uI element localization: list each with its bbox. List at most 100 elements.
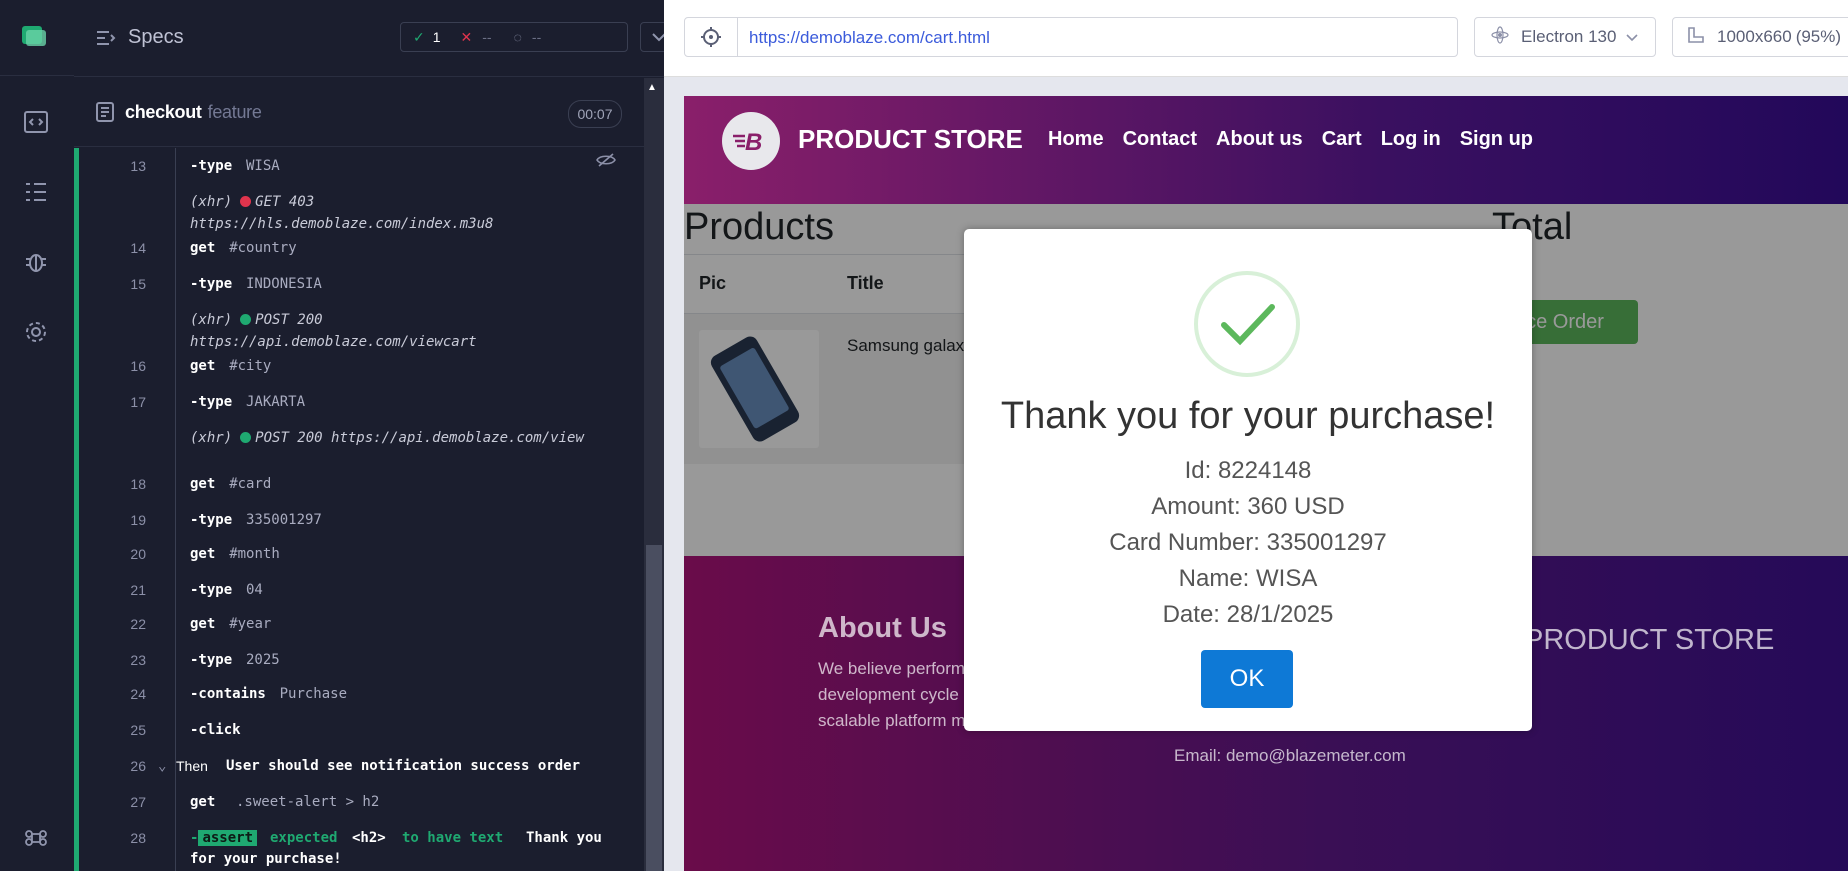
browser-name: Electron 130: [1521, 27, 1617, 46]
runs-icon[interactable]: [22, 108, 50, 136]
xhr-label: (xhr): [190, 430, 233, 446]
settings-gear-icon[interactable]: [22, 318, 50, 346]
status-dot-icon: [240, 314, 252, 325]
command-arg: #month: [229, 546, 280, 562]
cypress-logo-icon[interactable]: [20, 24, 48, 48]
command-arg: #city: [229, 358, 272, 374]
command-arg: .sweet-alert > h2: [236, 794, 380, 810]
line-number: 22: [130, 616, 146, 632]
document-icon: [96, 102, 114, 127]
browser-selector[interactable]: Electron 130: [1474, 17, 1656, 57]
keyboard-shortcut-icon[interactable]: [22, 824, 50, 852]
passed-count: 1: [432, 29, 441, 45]
command-arg: INDONESIA: [246, 276, 322, 292]
ok-button[interactable]: OK: [1201, 650, 1293, 708]
menu-log-in[interactable]: Log in: [1381, 128, 1441, 151]
chevron-down-icon: ⌄: [158, 758, 167, 774]
xhr-url: https://api.demoblaze.com/viewcart: [190, 334, 477, 350]
brand-logo-icon[interactable]: B: [722, 112, 780, 170]
line-number: 14: [130, 240, 146, 256]
line-number: 17: [130, 394, 146, 410]
command-arg: #year: [229, 616, 272, 632]
order-date: Date: 28/1/2025: [1162, 601, 1334, 628]
reporter-header: Specs ✓ 1 ✕ -- ◌ --: [74, 0, 678, 77]
command-name: -click: [190, 722, 241, 738]
command-name: -type: [190, 276, 233, 292]
main-menu: Home Contact About us Cart Log in Sign u…: [1048, 128, 1533, 151]
command-name: get: [190, 476, 216, 492]
hidden-eye-icon[interactable]: [596, 152, 616, 172]
selector-playground-icon[interactable]: [685, 18, 738, 56]
status-dot-icon: [240, 196, 252, 207]
menu-contact[interactable]: Contact: [1123, 128, 1197, 151]
command-name: -type: [190, 158, 233, 174]
menu-cart[interactable]: Cart: [1322, 128, 1362, 151]
command-arg: 2025: [246, 652, 280, 668]
line-number: 18: [130, 476, 146, 492]
run-timer: 00:07: [568, 100, 622, 128]
command-log: 13 -type WISA (xhr) GET 403 https://hls.demob…: [112, 148, 622, 871]
line-number: 21: [130, 582, 146, 598]
command-arg: 335001297: [246, 512, 322, 528]
chevron-down-icon: [1626, 27, 1639, 47]
status-dot-icon: [240, 432, 252, 443]
command-name: -type: [190, 652, 233, 668]
menu-home[interactable]: Home: [1048, 128, 1104, 151]
spec-file-header: checkout feature 00:07: [74, 78, 644, 147]
command-arg: 04: [246, 582, 263, 598]
xhr-status: GET 403: [255, 194, 315, 210]
test-stats: ✓ 1 ✕ -- ◌ --: [400, 22, 628, 52]
passed-check-icon: ✓: [413, 28, 425, 45]
command-arg: Purchase: [279, 686, 348, 702]
order-name: Name: WISA: [1178, 565, 1318, 592]
command-name: -type: [190, 512, 233, 528]
xhr-status: POST 200: [255, 312, 323, 328]
command-name: -type: [190, 394, 233, 410]
specs-title[interactable]: Specs: [128, 26, 184, 49]
reporter-scroll-thumb[interactable]: [646, 545, 662, 871]
line-number: 19: [130, 512, 146, 528]
menu-about-us[interactable]: About us: [1216, 128, 1303, 151]
command-name: get: [190, 616, 216, 632]
modal-title: Thank you for your purchase!: [1000, 395, 1496, 437]
side-nav: [0, 0, 75, 871]
line-number: 16: [130, 358, 146, 374]
command-name: get: [190, 240, 216, 256]
debug-bug-icon[interactable]: [22, 248, 50, 276]
command-arg: #country: [229, 240, 297, 256]
footer-brand: PRODUCT STORE: [1524, 624, 1775, 656]
command-name: -contains: [190, 686, 266, 702]
line-number: 20: [130, 546, 146, 562]
viewport-zoom: (95%): [1795, 27, 1842, 46]
xhr-label: (xhr): [190, 312, 233, 328]
scroll-up-arrow-icon[interactable]: ▲: [647, 82, 657, 93]
viewport-info[interactable]: 1000x660 (95%): [1672, 17, 1848, 57]
order-id: Id: 8224148: [1184, 457, 1312, 484]
assert-expected: expected: [270, 830, 338, 846]
line-number: 15: [130, 276, 146, 292]
order-card-number: Card Number: 335001297: [1109, 529, 1387, 556]
ruler-icon: [1687, 26, 1705, 49]
url-bar[interactable]: https://demoblaze.com/cart.html: [684, 17, 1458, 57]
xhr-entry: (xhr) POST 200 https://api.demoblaze.com/…: [190, 430, 584, 446]
line-number: 25: [130, 722, 146, 738]
brand-name[interactable]: PRODUCT STORE: [798, 124, 1023, 155]
pending-circle-icon: ◌: [513, 29, 522, 45]
line-number: 28: [130, 830, 146, 846]
url-text[interactable]: https://demoblaze.com/cart.html: [749, 28, 990, 48]
assert-element: <h2>: [352, 830, 386, 846]
passed-status-bar: [74, 148, 79, 871]
specs-toggle-icon[interactable]: [96, 30, 116, 51]
line-number: 23: [130, 652, 146, 668]
command-arg: #card: [229, 476, 272, 492]
menu-sign-up[interactable]: Sign up: [1460, 128, 1533, 151]
sweet-alert-modal: Thank you for your purchase! Id: 8224148…: [964, 229, 1532, 731]
specs-list-icon[interactable]: [22, 178, 50, 206]
command-arg: JAKARTA: [246, 394, 306, 410]
failed-x-icon: ✕: [460, 28, 473, 45]
then-text: User should see notification success ord…: [226, 758, 581, 774]
store-navbar: B PRODUCT STORE Home Contact About us Ca…: [684, 96, 1848, 204]
spec-file-name[interactable]: checkout feature: [125, 102, 262, 123]
footer-email: Email: demo@blazemeter.com: [1174, 746, 1406, 765]
command-name: -type: [190, 582, 233, 598]
